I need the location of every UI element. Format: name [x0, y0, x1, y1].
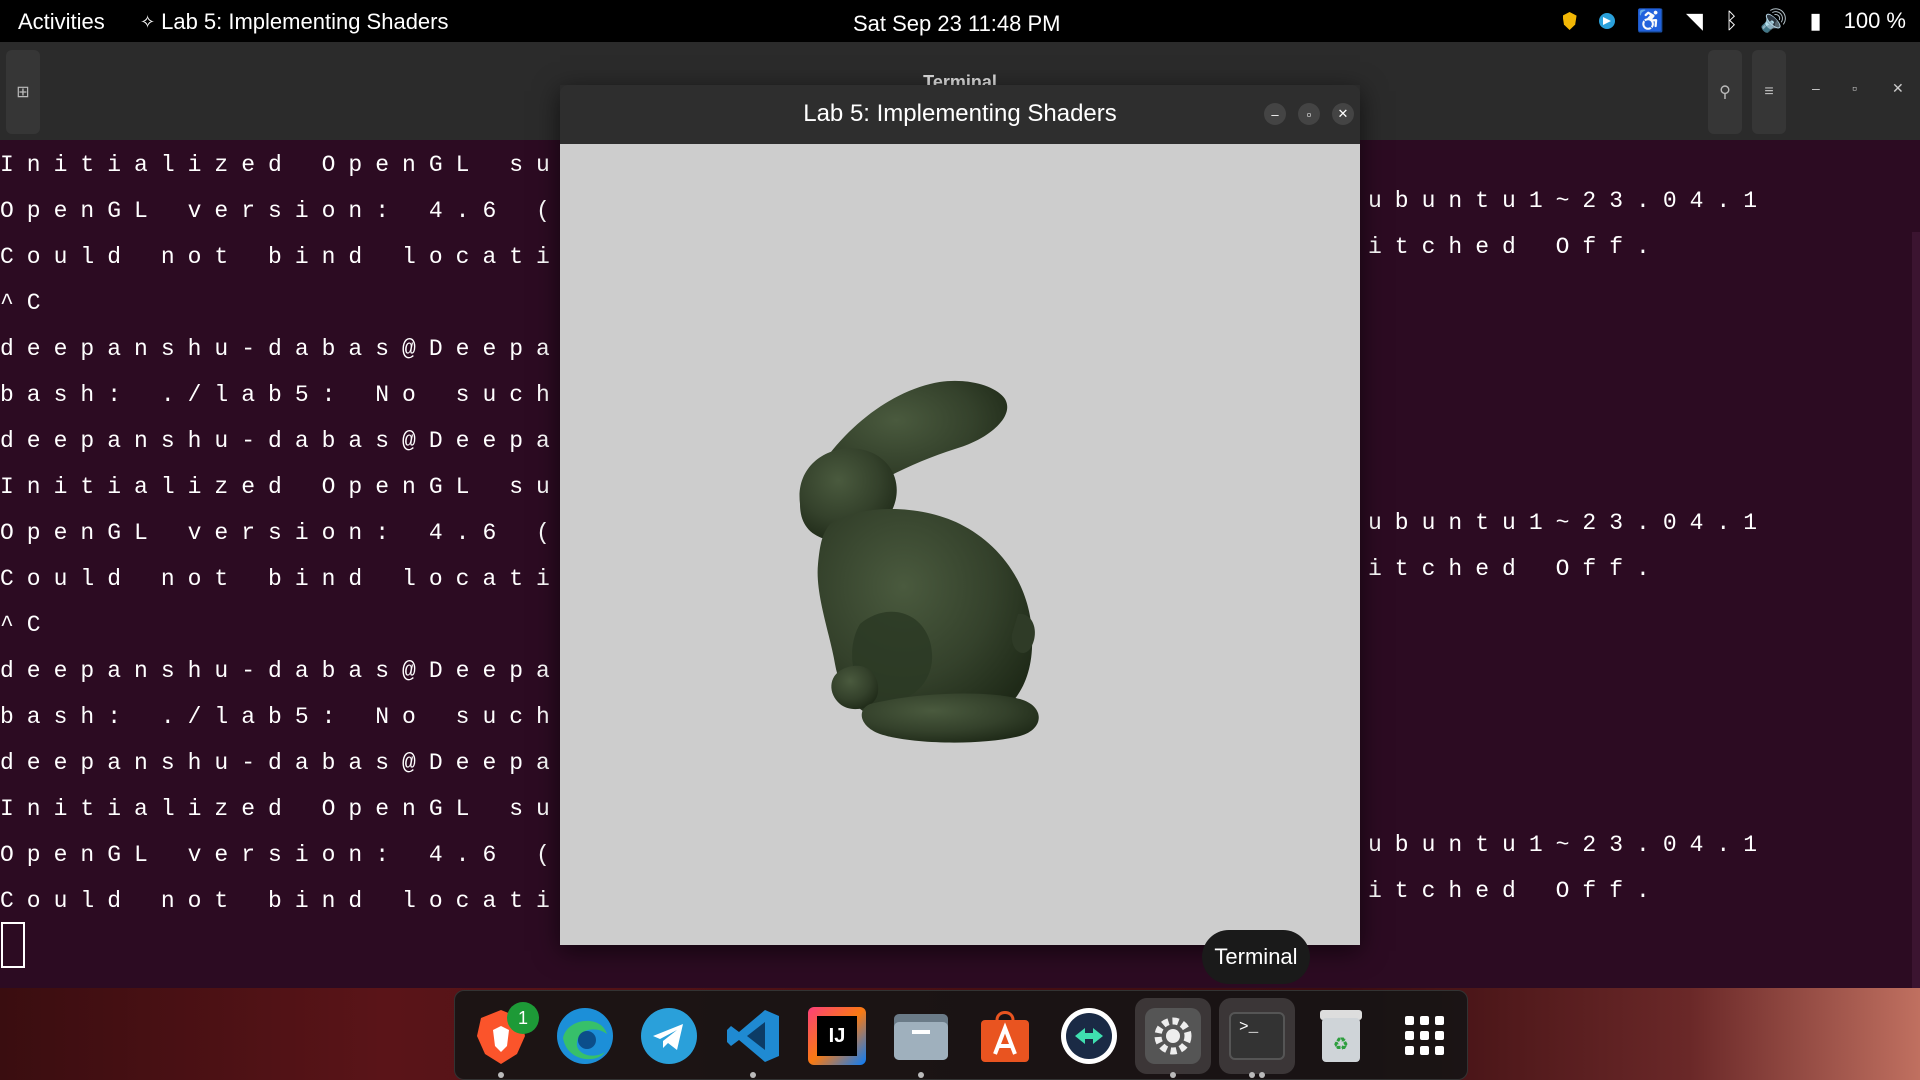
vscode-icon [727, 1010, 779, 1062]
close-icon: ✕ [1337, 106, 1349, 121]
app-menu[interactable]: ✧ Lab 5: Implementing Shaders [140, 9, 449, 35]
terminal-line-tail: itched Off. [1368, 556, 1663, 582]
maximize-icon: ▫ [1306, 106, 1312, 122]
search-icon: ⚲ [1719, 84, 1731, 101]
search-button[interactable]: ⚲ [1708, 50, 1742, 134]
dock-brave[interactable]: 1 [463, 998, 539, 1078]
terminal-icon: >_ [1229, 1012, 1285, 1060]
minimize-icon[interactable]: – [1812, 80, 1820, 96]
trash-icon: ♻ [1320, 1010, 1362, 1062]
close-icon[interactable]: ✕ [1892, 80, 1904, 97]
minimize-icon: – [1271, 106, 1279, 122]
running-indicator [1249, 1072, 1255, 1078]
close-button[interactable]: ✕ [1332, 103, 1354, 125]
maximize-icon[interactable]: ▫ [1852, 80, 1857, 96]
menu-button[interactable]: ≡ [1752, 50, 1786, 134]
dock-trash[interactable]: ♻ [1303, 998, 1379, 1074]
app-grid-icon [1405, 1016, 1444, 1055]
render-canvas[interactable] [560, 144, 1360, 945]
dock: 1 IJ >_ ♻ [454, 990, 1468, 1080]
system-tray[interactable]: ♿ ◥ ᛒ 🔊 ▮ 100 % [1562, 8, 1906, 34]
files-icon [894, 1014, 948, 1060]
bunny-render [799, 380, 1039, 743]
telegram-tray-icon[interactable] [1598, 13, 1615, 29]
app-menu-icon: ✧ [140, 11, 156, 32]
terminal-line-tail: ubuntu1~23.04.1 [1368, 832, 1771, 858]
terminal-line-tail: itched Off. [1368, 234, 1663, 260]
battery-icon[interactable]: ▮ [1810, 8, 1822, 34]
bunny-back-foot [861, 693, 1039, 743]
opengl-window[interactable]: Lab 5: Implementing Shaders – ▫ ✕ [560, 85, 1360, 945]
hamburger-icon: ≡ [1764, 83, 1774, 100]
dock-telegram[interactable] [631, 998, 707, 1074]
intellij-label: IJ [817, 1016, 857, 1056]
shield-icon[interactable] [1562, 12, 1577, 30]
running-indicator [498, 1072, 504, 1078]
app-center-icon [981, 1011, 1029, 1062]
running-indicator [918, 1072, 924, 1078]
opengl-window-title: Lab 5: Implementing Shaders [803, 100, 1117, 127]
app-menu-label: Lab 5: Implementing Shaders [161, 9, 449, 34]
clock[interactable]: Sat Sep 23 11:48 PM [853, 11, 1061, 37]
top-bar: Activities ✧ Lab 5: Implementing Shaders… [0, 0, 1920, 42]
dock-tooltip: Terminal [1202, 930, 1310, 984]
terminal-line-tail: itched Off. [1368, 878, 1663, 904]
dock-edge[interactable] [547, 998, 623, 1074]
wifi-icon[interactable]: ◥ [1686, 8, 1703, 34]
dock-intellij[interactable]: IJ [799, 998, 875, 1074]
accessibility-icon[interactable]: ♿ [1637, 8, 1664, 34]
svg-text:♻: ♻ [1333, 1034, 1349, 1055]
battery-percent: 100 % [1843, 8, 1906, 33]
intellij-icon: IJ [808, 1007, 866, 1065]
maximize-button[interactable]: ▫ [1298, 103, 1320, 125]
terminal-cursor [1, 922, 25, 968]
settings-gear-icon [1145, 1008, 1201, 1064]
dock-vscode[interactable] [715, 998, 791, 1078]
terminal-scrollbar[interactable] [1912, 232, 1920, 1022]
dock-files[interactable] [883, 998, 959, 1078]
dock-app-center[interactable] [967, 998, 1043, 1074]
running-indicator [1259, 1072, 1265, 1078]
teamviewer-icon [1061, 1008, 1117, 1064]
terminal-line-tail: ubuntu1~23.04.1 [1368, 510, 1771, 536]
running-indicator [750, 1072, 756, 1078]
running-indicator [1170, 1072, 1176, 1078]
bluetooth-icon[interactable]: ᛒ [1725, 8, 1738, 34]
activities-button[interactable]: Activities [18, 9, 105, 35]
dock-teamviewer[interactable] [1051, 998, 1127, 1074]
edge-icon [557, 1008, 613, 1064]
telegram-icon [641, 1008, 697, 1064]
show-apps-button[interactable] [1387, 998, 1463, 1074]
dock-settings[interactable] [1135, 998, 1211, 1078]
minimize-button[interactable]: – [1264, 103, 1286, 125]
notification-badge: 1 [507, 1002, 539, 1034]
dock-terminal[interactable]: >_ [1219, 998, 1295, 1078]
terminal-line-tail: ubuntu1~23.04.1 [1368, 188, 1771, 214]
opengl-window-header[interactable]: Lab 5: Implementing Shaders – ▫ ✕ [560, 85, 1360, 144]
volume-icon[interactable]: 🔊 [1760, 8, 1787, 34]
bunny-front-paw [831, 665, 879, 710]
